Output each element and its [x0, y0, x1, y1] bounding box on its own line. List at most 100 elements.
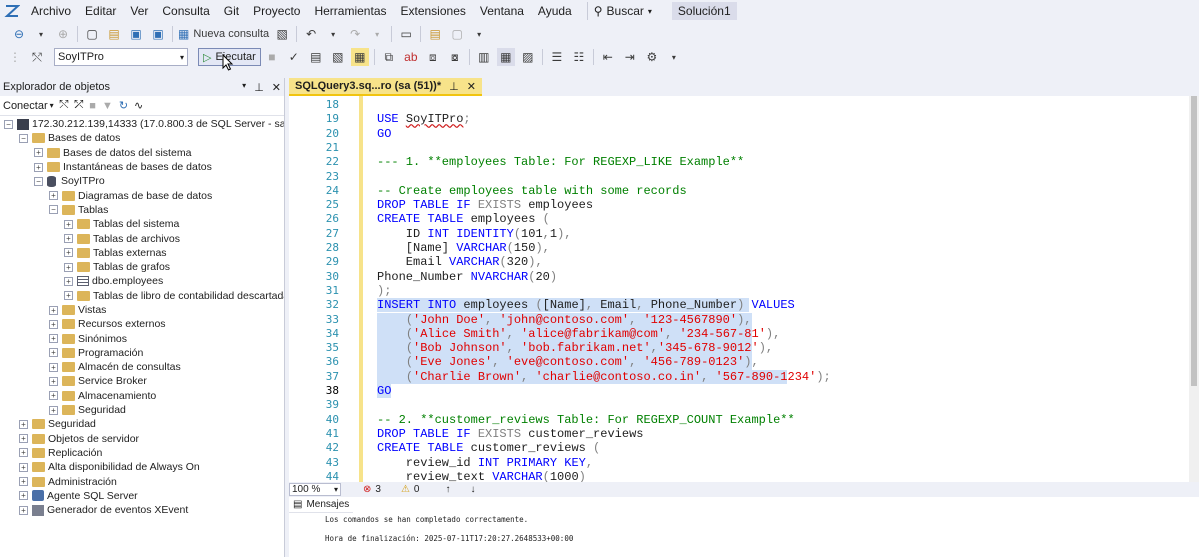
tree-node[interactable]: + dbo.employees [0, 274, 284, 288]
code-line[interactable]: -- 2. **customer_reviews Table: For REGE… [377, 413, 795, 427]
expand-icon[interactable]: + [64, 234, 73, 244]
expand-icon[interactable]: + [49, 405, 58, 415]
filter-icon[interactable]: ▼ [102, 100, 113, 112]
expand-icon[interactable]: + [64, 248, 73, 258]
specify-values-icon[interactable]: ⚙ [643, 48, 661, 66]
close-icon[interactable]: ✕ [467, 80, 476, 93]
tree-node[interactable]: + Vistas [0, 303, 284, 317]
connect-icon[interactable]: ⤲ [60, 99, 69, 112]
code-line[interactable]: review_id INT PRIMARY KEY, [377, 456, 593, 470]
tree-node[interactable]: − Bases de datos [0, 131, 284, 145]
code-line[interactable]: GO [377, 384, 391, 398]
comment-icon[interactable]: ☰ [548, 48, 566, 66]
window-icon[interactable]: ▢ [448, 25, 466, 43]
tree-node[interactable]: − 172.30.212.139,14333 (17.0.800.3 de SQL… [0, 117, 284, 131]
code-line[interactable]: DROP TABLE IF EXISTS employees [377, 198, 593, 212]
chevron-down-icon[interactable]: ▾ [324, 25, 342, 43]
expand-icon[interactable]: + [19, 477, 28, 487]
folder-icon[interactable]: ▤ [426, 25, 444, 43]
tree-node[interactable]: + Service Broker [0, 374, 284, 388]
toolbar-overflow-icon[interactable]: ▾ [470, 25, 488, 43]
code-line[interactable]: ('Bob Johnson', 'bob.fabrikam.net','345-… [377, 341, 773, 355]
expand-icon[interactable]: + [64, 291, 73, 301]
code-line[interactable]: Phone_Number NVARCHAR(20) [377, 270, 557, 284]
expand-icon[interactable]: + [64, 219, 73, 229]
menu-item[interactable]: Herramientas [307, 0, 393, 22]
menu-item[interactable]: Extensiones [394, 0, 473, 22]
code-line[interactable]: CREATE TABLE employees ( [377, 212, 550, 226]
tree-node[interactable]: + Objetos de servidor [0, 432, 284, 446]
expand-icon[interactable]: + [64, 276, 73, 286]
scrollbar-thumb[interactable] [1191, 96, 1197, 386]
tree-node[interactable]: + Tablas externas [0, 246, 284, 260]
tree-node[interactable]: + Seguridad [0, 403, 284, 417]
activity-monitor-icon[interactable]: ∿ [134, 99, 143, 112]
connect-button[interactable]: Conectar ▾ [3, 100, 54, 112]
code-line[interactable]: --- 1. **employees Table: For REGEXP_LIK… [377, 155, 744, 169]
expand-icon[interactable]: + [19, 448, 28, 458]
tree-node[interactable]: + Tablas de archivos [0, 231, 284, 245]
expand-icon[interactable]: + [49, 319, 58, 329]
redo-icon[interactable]: ↷ [346, 25, 364, 43]
display-plan-icon[interactable]: ▦ [350, 48, 369, 66]
tree-node[interactable]: + Sinónimos [0, 331, 284, 345]
refresh-icon[interactable]: ↻ [119, 99, 128, 112]
pin-icon[interactable]: ⊥ [449, 80, 459, 93]
code-line[interactable]: ('John Doe', 'john@contoso.com', '123-45… [377, 313, 752, 327]
new-item-icon[interactable]: ▢ [83, 25, 101, 43]
stop-icon[interactable]: ■ [89, 100, 96, 112]
tree-node[interactable]: + Replicación [0, 446, 284, 460]
code-line[interactable]: review_text VARCHAR(1000) [377, 470, 586, 482]
tree-node[interactable]: + Bases de datos del sistema [0, 146, 284, 160]
toolbar-overflow-icon[interactable]: ▾ [665, 48, 683, 66]
expand-icon[interactable]: + [19, 462, 28, 472]
tree-node[interactable]: + Tablas del sistema [0, 217, 284, 231]
vertical-scrollbar[interactable] [1189, 96, 1199, 482]
code-line[interactable]: CREATE TABLE customer_reviews ( [377, 441, 600, 455]
open-icon[interactable]: ▤ [105, 25, 123, 43]
code-line[interactable]: [Name] VARCHAR(150), [377, 241, 550, 255]
screenshot-icon[interactable]: ▭ [397, 25, 415, 43]
intellisense-icon[interactable]: ab [402, 48, 420, 66]
tree-node[interactable]: + Almacenamiento [0, 389, 284, 403]
results-file-icon[interactable]: ▨ [519, 48, 537, 66]
tree-node[interactable]: + Seguridad [0, 417, 284, 431]
expand-icon[interactable]: + [49, 334, 58, 344]
tree-node[interactable]: + Alta disponibilidad de Always On [0, 460, 284, 474]
expand-icon[interactable]: + [49, 362, 58, 372]
previous-issue-icon[interactable]: ↑ [445, 484, 450, 495]
query-options-icon[interactable]: ⧉ [380, 48, 398, 66]
results-to-grid-icon[interactable]: ▤ [307, 48, 325, 66]
back-icon[interactable]: ⊖ [10, 25, 28, 43]
next-issue-icon[interactable]: ↓ [470, 484, 475, 495]
code-line[interactable]: GO [377, 127, 391, 141]
pin-icon[interactable]: ⊥ [254, 81, 264, 94]
results-text-icon[interactable]: ▥ [475, 48, 493, 66]
code-line[interactable]: -- Create employees table with some reco… [377, 184, 687, 198]
disconnect-icon[interactable]: ⤱ [74, 99, 83, 112]
tree-node[interactable]: + Recursos externos [0, 317, 284, 331]
save-icon[interactable]: ▣ [127, 25, 145, 43]
client-stats-icon[interactable]: ⧇ [446, 48, 464, 66]
menu-item[interactable]: Ayuda [531, 0, 579, 22]
expand-icon[interactable]: + [64, 262, 73, 272]
collapse-icon[interactable]: − [19, 133, 28, 143]
expand-icon[interactable]: + [49, 348, 58, 358]
connect-icon[interactable]: ⤲ [28, 48, 46, 66]
error-count[interactable]: ⊗ 3 [363, 484, 381, 495]
undo-icon[interactable]: ↶ [302, 25, 320, 43]
code-line[interactable]: USE SoyITPro; [377, 112, 471, 126]
tree-node[interactable]: + Instantáneas de bases de datos [0, 160, 284, 174]
zoom-select[interactable]: 100 % ▾ [289, 483, 341, 496]
tree-node[interactable]: + Programación [0, 346, 284, 360]
chevron-down-icon[interactable]: ▾ [32, 25, 50, 43]
expand-icon[interactable]: + [49, 191, 58, 201]
warning-count[interactable]: ⚠ 0 [401, 484, 420, 495]
code-line[interactable]: INSERT INTO employees ([Name], Email, Ph… [377, 298, 795, 312]
uncomment-icon[interactable]: ☷ [570, 48, 588, 66]
menu-item[interactable]: Proyecto [246, 0, 307, 22]
tree-node[interactable]: + Tablas de grafos [0, 260, 284, 274]
code-line[interactable]: ('Charlie Brown', 'charlie@contoso.co.in… [377, 370, 831, 384]
code-line[interactable]: Email VARCHAR(320), [377, 255, 543, 269]
tree-node[interactable]: − Tablas [0, 203, 284, 217]
